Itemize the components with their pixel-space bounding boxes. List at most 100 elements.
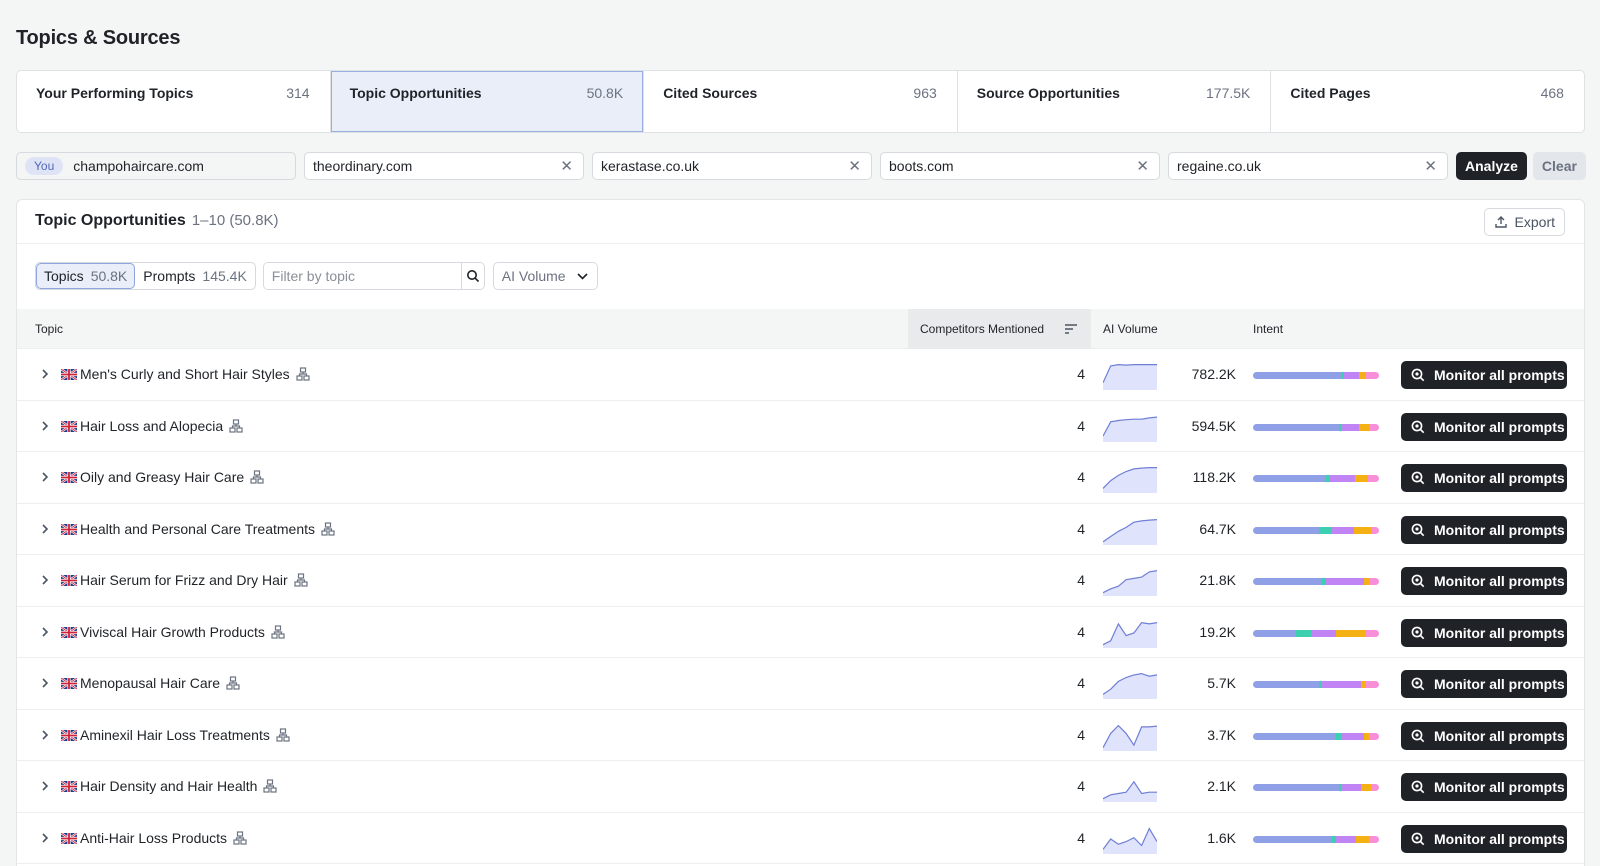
volume-sparkline: [1103, 467, 1157, 493]
hierarchy-icon[interactable]: [233, 830, 247, 845]
table-row[interactable]: Viviscal Hair Growth Products 4 19.2K Mo…: [17, 607, 1584, 658]
table-row[interactable]: Menopausal Hair Care 4 5.7K Monitor all …: [17, 658, 1584, 710]
tab-topic-opportunities[interactable]: Topic Opportunities 50.8K: [330, 71, 645, 132]
volume-sparkline: [1103, 621, 1157, 648]
hierarchy-icon[interactable]: [321, 521, 335, 536]
hierarchy-icon[interactable]: [263, 779, 278, 793]
monitor-all-prompts-button[interactable]: Monitor all prompts: [1401, 670, 1567, 698]
chevron-right-icon[interactable]: [37, 624, 53, 640]
ai-volume-value: 19.2K: [1199, 623, 1236, 640]
ai-volume-value: 782.2K: [1191, 366, 1236, 382]
close-icon[interactable]: ✕: [1424, 157, 1437, 175]
search-zoom-icon: [1411, 574, 1425, 588]
sparkline-area: [1103, 673, 1157, 699]
hierarchy-icon[interactable]: [271, 624, 285, 639]
competitor-domain-field[interactable]: kerastase.co.uk ✕: [592, 152, 872, 180]
tab-bar: Your Performing Topics 314 Topic Opportu…: [16, 70, 1585, 133]
table-row[interactable]: Anti-Hair Loss Products 4 1.6K Monitor a…: [17, 813, 1584, 864]
chevron-right-icon[interactable]: [37, 572, 53, 588]
table-body: Men's Curly and Short Hair Styles 4 782.…: [17, 349, 1584, 864]
chevron-right-icon[interactable]: [37, 778, 53, 794]
table-row[interactable]: Health and Personal Care Treatments 4 64…: [17, 504, 1584, 555]
intent-bar: [1253, 629, 1379, 637]
column-header-topic[interactable]: Topic: [35, 309, 63, 349]
tab-cited-sources[interactable]: Cited Sources 963: [644, 71, 958, 132]
export-button[interactable]: Export: [1483, 208, 1565, 236]
intent-segment: [1366, 372, 1379, 379]
topic-name-cell[interactable]: Aminexil Hair Loss Treatments: [80, 727, 290, 743]
ai-volume-value: 3.7K: [1207, 726, 1236, 743]
search-zoom-icon: [1411, 729, 1425, 742]
competitors-count: 4: [1077, 829, 1085, 846]
monitor-all-prompts-button[interactable]: Monitor all prompts: [1401, 773, 1567, 801]
monitor-all-prompts-button[interactable]: Monitor all prompts: [1401, 618, 1567, 647]
chevron-right-icon[interactable]: [37, 366, 53, 382]
close-icon[interactable]: ✕: [1136, 157, 1149, 175]
topic-name: Menopausal Hair Care: [80, 675, 221, 691]
toggle-topics[interactable]: Topics 50.8K: [36, 263, 136, 289]
hierarchy-icon[interactable]: [226, 676, 240, 690]
chevron-right-icon[interactable]: [37, 727, 53, 743]
monitor-all-prompts-button[interactable]: Monitor all prompts: [1401, 824, 1567, 853]
monitor-all-prompts-button[interactable]: Monitor all prompts: [1401, 464, 1567, 492]
hierarchy-icon[interactable]: [250, 470, 264, 484]
hierarchy-icon[interactable]: [276, 727, 290, 742]
hierarchy-icon[interactable]: [296, 367, 310, 381]
monitor-all-prompts-button[interactable]: Monitor all prompts: [1401, 412, 1567, 441]
competitor-domain-field[interactable]: boots.com ✕: [880, 152, 1160, 180]
chevron-right-icon[interactable]: [37, 830, 53, 846]
close-icon[interactable]: ✕: [848, 157, 861, 175]
sort-select[interactable]: AI Volume: [492, 262, 598, 290]
filter-input[interactable]: [263, 263, 461, 289]
monitor-all-prompts-button[interactable]: Monitor all prompts: [1401, 361, 1567, 389]
table-row[interactable]: Hair Serum for Frizz and Dry Hair 4 21.8…: [17, 555, 1584, 607]
topic-name-cell[interactable]: Hair Density and Hair Health: [80, 778, 278, 794]
topic-name-cell[interactable]: Oily and Greasy Hair Care: [80, 469, 264, 485]
chevron-right-icon[interactable]: [37, 469, 53, 485]
search-button[interactable]: [460, 263, 484, 289]
table-row[interactable]: Oily and Greasy Hair Care 4 118.2K Monit…: [17, 452, 1584, 504]
volume-sparkline: [1103, 780, 1157, 802]
tab-label: Cited Pages: [1290, 85, 1371, 101]
competitor-domain-field[interactable]: regaine.co.uk ✕: [1168, 152, 1448, 180]
intent-segment: [1329, 475, 1356, 482]
close-icon[interactable]: ✕: [560, 157, 573, 175]
tab-your-performing-topics[interactable]: Your Performing Topics 314: [17, 71, 331, 132]
chevron-right-icon[interactable]: [37, 418, 53, 434]
tab-source-opportunities[interactable]: Source Opportunities 177.5K: [958, 71, 1272, 132]
table-row[interactable]: Men's Curly and Short Hair Styles 4 782.…: [17, 349, 1584, 401]
monitor-label: Monitor all prompts: [1434, 676, 1565, 692]
toggle-prompts[interactable]: Prompts 145.4K: [135, 263, 255, 289]
topic-name-cell[interactable]: Hair Loss and Alopecia: [80, 418, 243, 434]
monitor-all-prompts-button[interactable]: Monitor all prompts: [1401, 567, 1567, 595]
intent-segment: [1358, 372, 1367, 379]
column-header-competitors[interactable]: Competitors Mentioned: [908, 309, 1091, 349]
column-header-volume[interactable]: AI Volume: [1103, 309, 1158, 349]
your-domain-field[interactable]: You champohaircare.com: [16, 152, 296, 180]
monitor-all-prompts-button[interactable]: Monitor all prompts: [1401, 721, 1567, 750]
topic-name-cell[interactable]: Viviscal Hair Growth Products: [80, 624, 285, 640]
competitors-count: 4: [1077, 469, 1085, 485]
tab-cited-pages[interactable]: Cited Pages 468: [1271, 71, 1584, 132]
hierarchy-icon[interactable]: [294, 573, 308, 587]
table-row[interactable]: Hair Density and Hair Health 4 2.1K Moni…: [17, 761, 1584, 813]
ai-volume-value: 118.2K: [1192, 469, 1236, 485]
topic-name-cell[interactable]: Health and Personal Care Treatments: [80, 521, 335, 537]
monitor-all-prompts-button[interactable]: Monitor all prompts: [1401, 515, 1567, 544]
topic-name-cell[interactable]: Menopausal Hair Care: [80, 675, 240, 691]
topic-name-cell[interactable]: Men's Curly and Short Hair Styles: [80, 366, 310, 382]
competitor-domain-field[interactable]: theordinary.com ✕: [304, 152, 584, 180]
topic-name-cell[interactable]: Anti-Hair Loss Products: [80, 830, 247, 846]
uk-flag-icon: [61, 369, 77, 380]
table-row[interactable]: Aminexil Hair Loss Treatments 4 3.7K Mon…: [17, 710, 1584, 761]
table-row[interactable]: Hair Loss and Alopecia 4 594.5K Monitor …: [17, 401, 1584, 452]
hierarchy-icon[interactable]: [229, 418, 243, 433]
topic-name-cell[interactable]: Hair Serum for Frizz and Dry Hair: [80, 572, 308, 588]
intent-segment: [1253, 526, 1319, 534]
chevron-right-icon[interactable]: [37, 521, 53, 537]
column-header-intent[interactable]: Intent: [1253, 309, 1283, 349]
analyze-button[interactable]: Analyze: [1456, 152, 1527, 180]
clear-button[interactable]: Clear: [1532, 152, 1586, 180]
sort-icon: [1065, 324, 1077, 334]
chevron-right-icon[interactable]: [37, 675, 53, 691]
